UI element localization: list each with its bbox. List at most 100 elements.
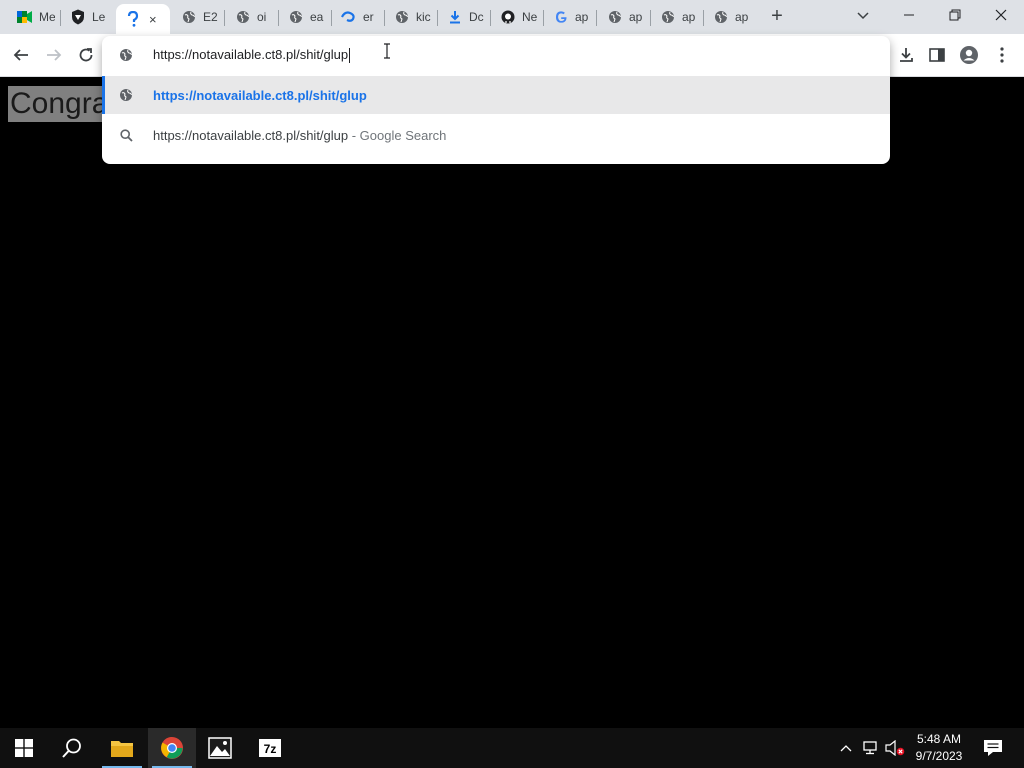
browser-tab[interactable]: × — [116, 4, 170, 34]
windows-taskbar: 7z 5:48 AM 9/7/2023 — [0, 728, 1024, 768]
new-tab-button[interactable]: + — [766, 6, 788, 27]
browser-tab[interactable]: er — [332, 4, 385, 30]
globe-icon — [713, 9, 729, 25]
minimize-icon — [904, 14, 914, 16]
tab-title: ap — [575, 10, 589, 24]
volume-button[interactable] — [884, 728, 906, 768]
google-icon — [553, 9, 569, 25]
omnibox-suggestion-search[interactable]: https://notavailable.ct8.pl/shit/glup - … — [102, 116, 890, 154]
shield-icon — [70, 9, 86, 25]
notification-icon — [984, 740, 1002, 756]
globe-icon — [288, 9, 304, 25]
omnibox-dropdown: https://notavailable.ct8.pl/shit/glup ht… — [102, 36, 890, 164]
tab-title: oi — [257, 10, 267, 24]
network-icon — [863, 741, 877, 755]
browser-tab[interactable]: Le — [61, 4, 114, 30]
browser-tab[interactable]: kic — [385, 4, 438, 30]
google-meet-icon — [17, 9, 33, 25]
clock-date: 9/7/2023 — [915, 749, 963, 763]
browser-tab[interactable]: ea — [279, 4, 332, 30]
browser-tab[interactable]: ap — [598, 4, 651, 30]
windows-logo-icon — [15, 739, 33, 757]
browser-tab[interactable]: ap — [544, 4, 597, 30]
chevron-up-icon — [840, 745, 852, 752]
browser-tab[interactable]: ap — [704, 4, 757, 30]
taskbar-clock[interactable]: 5:48 AM 9/7/2023 — [906, 731, 972, 765]
browser-tab[interactable]: oi — [226, 4, 279, 30]
tab-title: Me — [39, 10, 55, 24]
restore-button[interactable] — [935, 4, 975, 26]
tab-title: ap — [629, 10, 643, 24]
omnibox-suggestion-url[interactable]: https://notavailable.ct8.pl/shit/glup — [102, 76, 890, 114]
taskbar-file-explorer[interactable] — [98, 728, 146, 768]
globe-icon — [118, 87, 134, 103]
search-suggestion-hint: - Google Search — [348, 127, 447, 143]
globe-icon — [660, 9, 676, 25]
browser-tab[interactable]: Ne — [491, 4, 544, 30]
tab-title: Le — [92, 10, 106, 24]
back-arrow-icon — [13, 49, 28, 61]
kebab-menu-icon — [1000, 47, 1004, 63]
menu-button[interactable] — [991, 44, 1013, 66]
search-suggestion-query: https://notavailable.ct8.pl/shit/glup — [153, 127, 349, 143]
swirl-icon — [341, 9, 357, 25]
clock-time: 5:48 AM — [916, 732, 962, 746]
github-icon — [500, 9, 516, 25]
volume-muted-icon — [885, 740, 905, 756]
close-window-button[interactable] — [981, 4, 1021, 26]
forward-button[interactable] — [43, 44, 65, 66]
globe-icon — [235, 9, 251, 25]
tab-title: ea — [310, 10, 324, 24]
side-panel-button[interactable] — [926, 44, 948, 66]
7zip-icon: 7z — [259, 739, 281, 757]
tab-strip: Me Le × E2 oi ea er kic Dc Ne ap ap ap ap + — [0, 0, 1024, 34]
browser-tab[interactable]: ap — [651, 4, 704, 30]
reload-button[interactable] — [75, 44, 97, 66]
browser-tab[interactable]: Me — [8, 4, 61, 30]
downloads-button[interactable] — [895, 44, 917, 66]
globe-icon — [394, 9, 410, 25]
close-icon — [995, 9, 1007, 21]
suggestion-url-text: https://notavailable.ct8.pl/shit/glup — [153, 87, 367, 103]
download-icon — [447, 9, 463, 25]
chrome-icon — [161, 736, 183, 759]
reload-icon — [79, 48, 93, 62]
tab-title: E2 — [203, 10, 218, 24]
browser-tab[interactable]: E2 — [172, 4, 225, 30]
search-icon — [118, 127, 134, 143]
side-panel-icon — [929, 48, 945, 62]
profile-button[interactable] — [958, 44, 980, 66]
show-hidden-icons-button[interactable] — [836, 728, 856, 768]
back-button[interactable] — [10, 44, 32, 66]
tab-title: ap — [682, 10, 696, 24]
tab-title: Ne — [522, 10, 538, 24]
tab-search-chevron-icon[interactable] — [854, 6, 872, 24]
svg-text:7z: 7z — [264, 742, 277, 756]
avatar-icon — [960, 46, 978, 64]
taskbar-7zip[interactable]: 7z — [246, 728, 294, 768]
globe-icon — [607, 9, 623, 25]
network-button[interactable] — [860, 728, 882, 768]
notification-center-button[interactable] — [980, 728, 1006, 768]
forward-arrow-icon — [47, 49, 62, 61]
address-input[interactable]: https://notavailable.ct8.pl/shit/glup — [153, 47, 351, 64]
start-button[interactable] — [0, 728, 48, 768]
ibeam-cursor-icon — [383, 43, 391, 59]
question-icon — [125, 11, 141, 27]
tab-title: ap — [735, 10, 749, 24]
address-bar[interactable]: https://notavailable.ct8.pl/shit/glup — [102, 36, 890, 74]
restore-icon — [949, 9, 961, 21]
tab-title: kic — [416, 10, 431, 24]
tab-title: Dc — [469, 10, 484, 24]
taskbar-photos[interactable] — [196, 728, 244, 768]
taskbar-chrome[interactable] — [148, 728, 196, 768]
close-tab-icon[interactable]: × — [149, 12, 157, 27]
search-icon — [62, 738, 81, 758]
taskbar-search-button[interactable] — [48, 728, 96, 768]
minimize-button[interactable] — [889, 4, 929, 26]
text-caret — [349, 48, 351, 64]
globe-icon — [181, 9, 197, 25]
photos-icon — [208, 737, 232, 759]
globe-icon — [118, 47, 134, 63]
browser-tab[interactable]: Dc — [438, 4, 491, 30]
